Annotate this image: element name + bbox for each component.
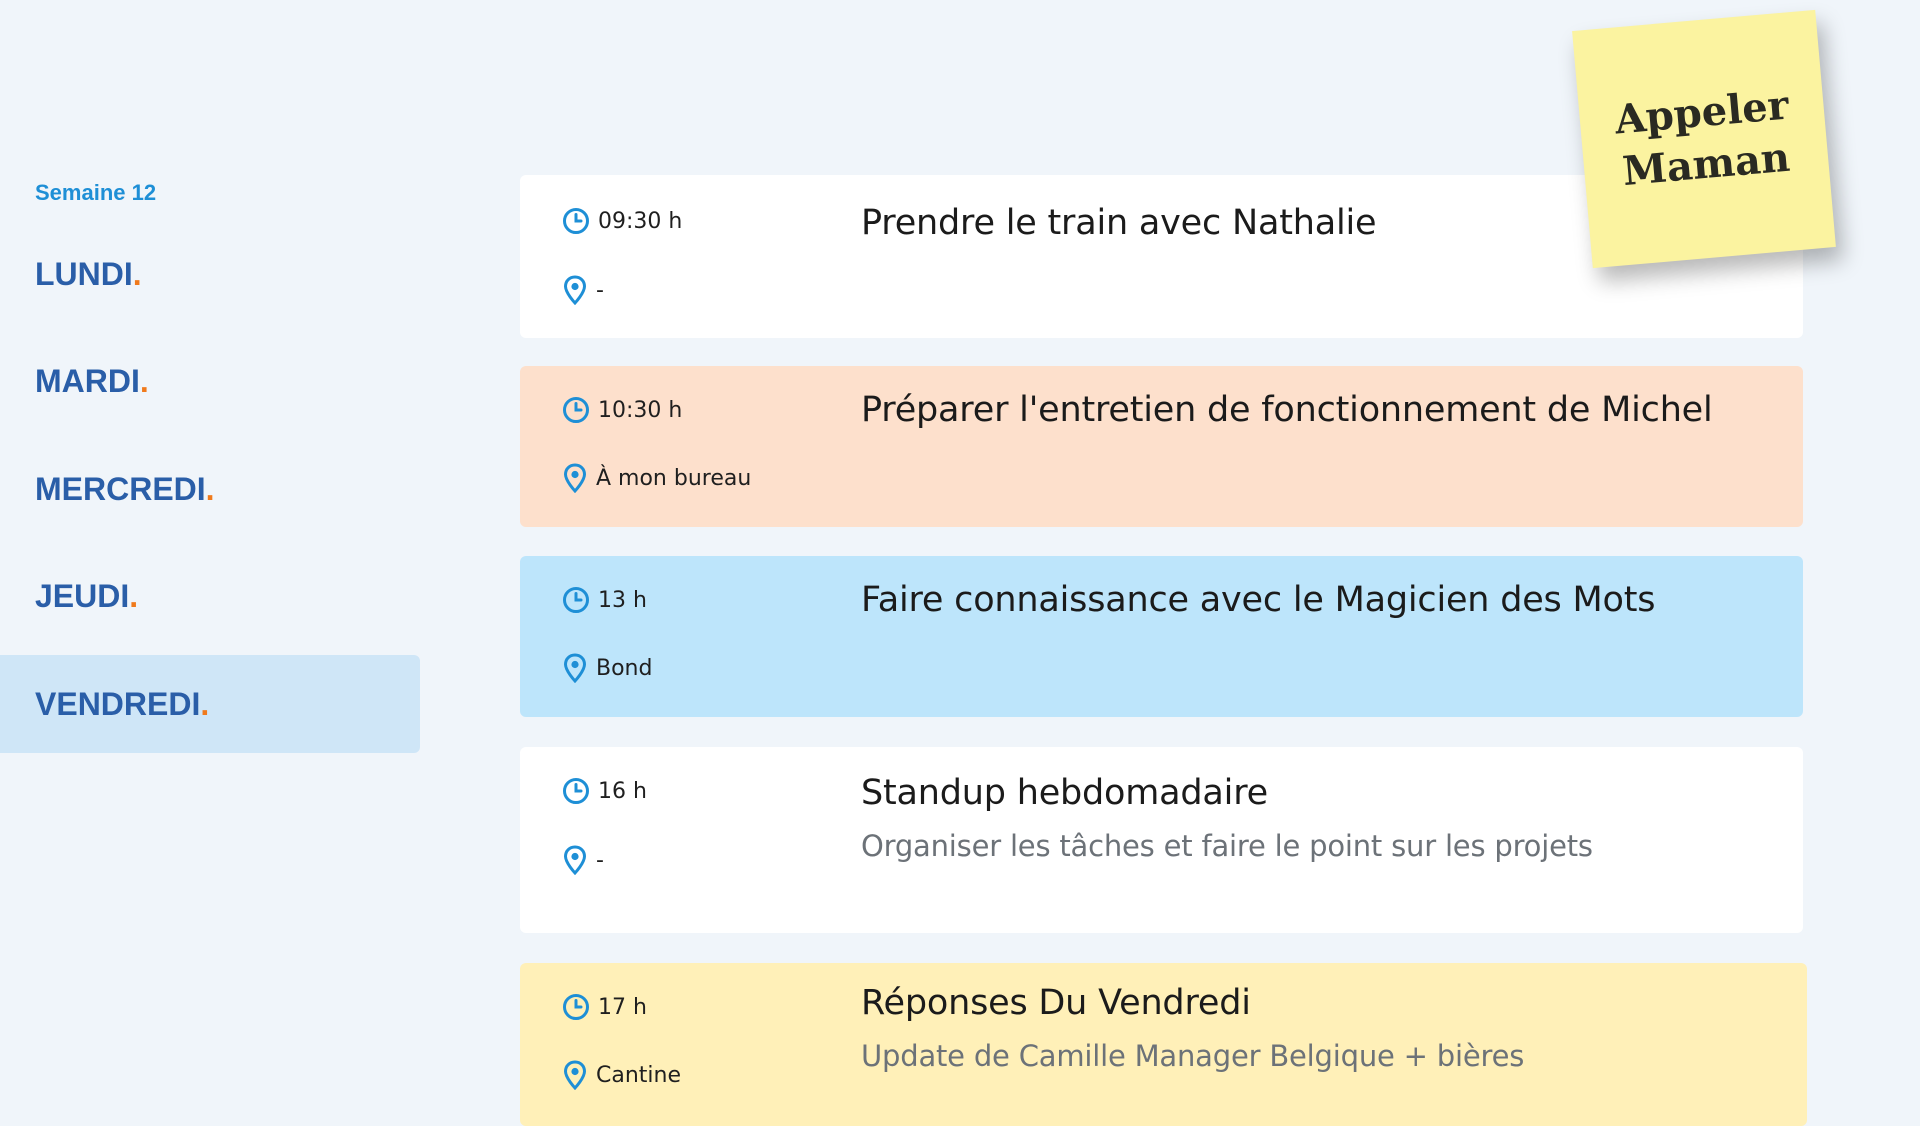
day-dot: . <box>139 362 149 399</box>
event-time: 17 h <box>562 993 647 1021</box>
day-mercredi[interactable]: MERCREDI. <box>0 440 420 538</box>
event-time: 13 h <box>562 586 647 614</box>
event-location: - <box>562 275 604 305</box>
day-label: VENDREDI <box>35 685 201 722</box>
event-title: Prendre le train avec Nathalie <box>861 203 1377 243</box>
event-time-text: 13 h <box>598 587 647 613</box>
event-title: Faire connaissance avec le Magicien des … <box>861 580 1656 620</box>
clock-icon <box>562 586 598 614</box>
day-label: MERCREDI <box>35 470 206 507</box>
day-dot: . <box>129 577 139 614</box>
event-card[interactable]: 10:30 h À mon bureau Préparer l'entretie… <box>520 366 1803 527</box>
event-card[interactable]: 16 h - Standup hebdomadaire Organiser le… <box>520 747 1803 933</box>
event-location-text: - <box>596 277 604 303</box>
day-label: LUNDI <box>35 255 133 292</box>
event-location: Cantine <box>562 1060 681 1090</box>
day-dot: . <box>132 255 142 292</box>
sticky-note-text: Appeler Maman <box>1613 80 1796 199</box>
event-time: 09:30 h <box>562 207 682 235</box>
day-mardi[interactable]: MARDI. <box>0 332 420 430</box>
sticky-note[interactable]: Appeler Maman <box>1572 9 1836 269</box>
event-time-text: 09:30 h <box>598 208 683 234</box>
event-title: Réponses Du Vendredi <box>861 983 1251 1023</box>
day-dot: . <box>205 470 215 507</box>
event-location: À mon bureau <box>562 463 751 493</box>
day-jeudi[interactable]: JEUDI. <box>0 547 420 645</box>
day-label: JEUDI <box>35 577 130 614</box>
event-time: 16 h <box>562 777 647 805</box>
event-location-text: - <box>596 847 604 873</box>
map-pin-icon <box>562 463 596 493</box>
event-time: 10:30 h <box>562 396 682 424</box>
day-lundi[interactable]: LUNDI. <box>0 225 420 323</box>
event-time-text: 17 h <box>598 994 647 1020</box>
event-title: Standup hebdomadaire <box>861 773 1268 813</box>
event-location: - <box>562 845 604 875</box>
event-location-text: À mon bureau <box>596 465 752 491</box>
map-pin-icon <box>562 275 596 305</box>
event-time-text: 10:30 h <box>598 397 683 423</box>
clock-icon <box>562 396 598 424</box>
week-sidebar: Semaine 12 LUNDI. MARDI. MERCREDI. JEUDI… <box>0 0 420 1126</box>
day-vendredi[interactable]: VENDREDI. <box>0 655 420 753</box>
event-title: Préparer l'entretien de fonctionnement d… <box>861 390 1713 430</box>
event-card[interactable]: 13 h Bond Faire connaissance avec le Mag… <box>520 556 1803 717</box>
day-label: MARDI <box>35 362 140 399</box>
clock-icon <box>562 207 598 235</box>
map-pin-icon <box>562 845 596 875</box>
event-card[interactable]: 17 h Cantine Réponses Du Vendredi Update… <box>520 963 1807 1126</box>
event-location: Bond <box>562 653 652 683</box>
event-description: Update de Camille Manager Belgique + biè… <box>861 1039 1525 1073</box>
week-label: Semaine 12 <box>35 180 157 205</box>
event-location-text: Cantine <box>596 1062 682 1088</box>
clock-icon <box>562 777 598 805</box>
event-time-text: 16 h <box>598 778 647 804</box>
day-dot: . <box>200 685 210 722</box>
event-location-text: Bond <box>596 655 653 681</box>
clock-icon <box>562 993 598 1021</box>
map-pin-icon <box>562 653 596 683</box>
map-pin-icon <box>562 1060 596 1090</box>
event-description: Organiser les tâches et faire le point s… <box>861 829 1593 863</box>
